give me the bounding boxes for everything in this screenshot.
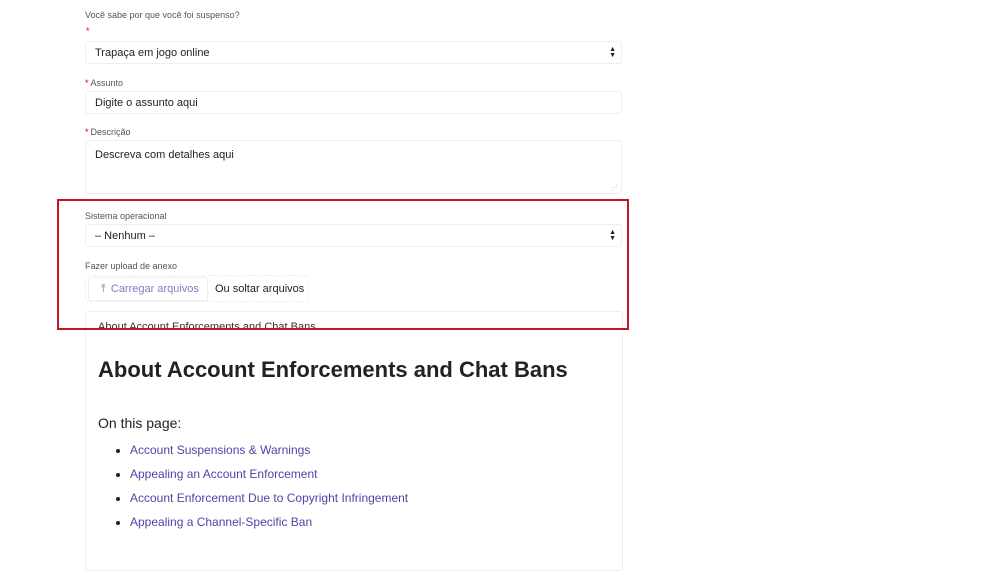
toc-label: On this page: [98, 415, 182, 431]
required-mark: * [86, 26, 90, 36]
toc-link-channel-ban[interactable]: Appealing a Channel-Specific Ban [130, 515, 312, 529]
upload-files-button[interactable]: ⤒ Carregar arquivos [88, 277, 208, 301]
article-panel: About Account Enforcements and Chat Bans… [85, 311, 623, 571]
toc-list: Account Suspensions & Warnings Appealing… [130, 443, 408, 539]
toc-link-suspensions[interactable]: Account Suspensions & Warnings [130, 443, 310, 457]
article-title: About Account Enforcements and Chat Bans [98, 357, 568, 382]
resize-handle-icon[interactable]: ⋰ [611, 184, 618, 192]
os-select[interactable]: – Nenhum – ▲ ▼ [85, 224, 622, 247]
upload-icon: ⤒ [101, 282, 106, 295]
drop-files-text: Ou soltar arquivos [215, 283, 305, 295]
subject-input[interactable]: Digite o assunto aqui [85, 91, 622, 114]
description-textarea[interactable]: Descreva com detalhes aqui ⋰ [85, 140, 622, 194]
toc-item: Appealing an Account Enforcement [130, 467, 408, 481]
article-breadcrumb: About Account Enforcements and Chat Bans [98, 321, 316, 333]
required-mark: * [85, 127, 89, 137]
description-placeholder: Descreva com detalhes aqui [95, 149, 234, 161]
subject-label: * Assunto [85, 78, 123, 88]
subject-placeholder: Digite o assunto aqui [95, 96, 198, 109]
upload-label: Fazer upload de anexo [85, 261, 178, 271]
reason-value: Trapaça em jogo online [95, 46, 210, 59]
description-label-text: Descrição [90, 127, 131, 137]
select-arrows-icon: ▲ ▼ [609, 45, 616, 59]
required-mark: * [85, 78, 89, 88]
description-label: * Descrição [85, 127, 131, 137]
toc-item: Appealing a Channel-Specific Ban [130, 515, 408, 529]
os-value: – Nenhum – [95, 229, 155, 242]
upload-dropzone[interactable]: ⤒ Carregar arquivos Ou soltar arquivos [85, 275, 309, 302]
select-arrows-icon: ▲ ▼ [609, 228, 616, 242]
toc-item: Account Enforcement Due to Copyright Inf… [130, 491, 408, 505]
os-label: Sistema operacional [85, 211, 167, 221]
subject-label-text: Assunto [90, 78, 124, 88]
toc-link-copyright[interactable]: Account Enforcement Due to Copyright Inf… [130, 491, 408, 505]
reason-select[interactable]: Trapaça em jogo online ▲ ▼ [85, 41, 622, 64]
toc-link-appealing[interactable]: Appealing an Account Enforcement [130, 467, 317, 481]
suspension-question-label: Você sabe por que você foi suspenso? [85, 10, 240, 20]
upload-button-label: Carregar arquivos [110, 283, 199, 295]
toc-item: Account Suspensions & Warnings [130, 443, 408, 457]
